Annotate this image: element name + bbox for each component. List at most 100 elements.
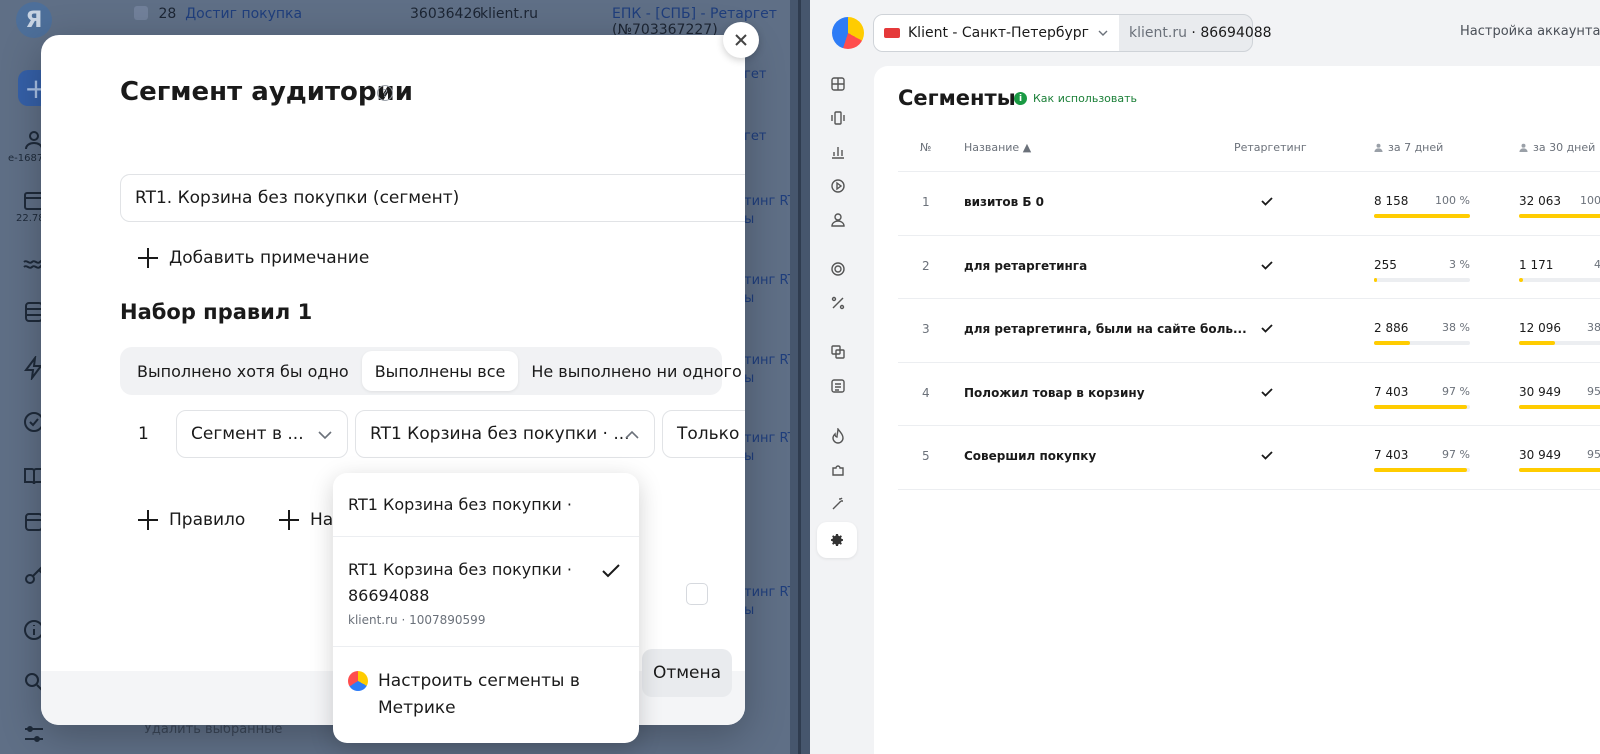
condition-select[interactable]: Сегмент в ... [176,410,348,458]
dropdown-option-2-selected[interactable]: RT1 Корзина без покупки · 86694088 klien… [333,537,639,647]
segment-name[interactable]: для ретаргетинга [964,259,1087,273]
segment-name-input[interactable] [120,174,745,222]
account-settings-link[interactable]: Настройка аккаунта [1460,24,1600,39]
help-icon[interactable]: ? [377,85,393,101]
percent-7days: 100 % [1435,194,1470,207]
scope-select-value: Только в [677,424,745,444]
percent-7days: 97 % [1442,448,1470,461]
split-view-divider[interactable] [790,0,810,754]
bar-7days-fill [1374,277,1377,282]
direct-logo-icon[interactable]: Я [16,2,52,38]
segments-icon[interactable] [826,340,850,364]
column-header-name[interactable]: Название ▲ [964,141,1031,154]
add-rule-button[interactable]: Правило [137,509,245,531]
play-icon[interactable] [826,174,850,198]
segment-name[interactable]: для ретаргетинга, были на сайте боль... [964,322,1247,336]
percent-30days: 4 % [1594,257,1600,271]
puzzle-icon[interactable] [826,458,850,482]
settings-gear-icon[interactable] [817,522,857,558]
plus-icon [137,247,159,269]
rule-number: 1 [138,424,149,444]
side-link-1[interactable]: гет [744,66,766,84]
visitors-30days: 12 096 [1519,321,1561,335]
table-row[interactable]: 1 визитов Б 0 8 158 100 % 32 063 100 % [898,171,1600,234]
table-row[interactable]: 4 Положил товар в корзину 7 403 97 % 30 949 9… [898,361,1600,425]
side-link-2[interactable]: гет [744,128,766,146]
retargeting-check-icon [1261,451,1273,460]
bar-7days [1374,277,1470,282]
counter-selector[interactable]: Klient - Санкт-Петербург klient.ru · 866… [873,14,1272,52]
counter-info: klient.ru · 86694088 [1119,25,1282,41]
metrica-logo-icon[interactable] [832,17,864,49]
bar-30days [1519,341,1600,345]
segment-name[interactable]: Совершил покупку [964,449,1096,463]
add-note-button[interactable]: Добавить примечание [137,247,369,269]
counter-name: Klient - Санкт-Петербург [908,25,1090,41]
row-checkbox[interactable] [134,6,148,20]
dashboard-icon[interactable] [826,72,850,96]
add-note-label: Добавить примечание [169,248,370,268]
side-link-7[interactable]: тинг RT [744,584,790,602]
vibrate-icon[interactable] [826,106,850,130]
side-link-6[interactable]: тинг RT [744,430,790,448]
table-row[interactable]: 2 для ретаргетинга 255 3 % 1 171 4 % [898,234,1600,298]
scope-select[interactable]: Только в [662,410,745,458]
segment-name[interactable]: Положил товар в корзину [964,386,1145,400]
counter-name-dropdown[interactable]: Klient - Санкт-Петербург [874,15,1120,51]
segment-select[interactable]: RT1 Корзина без покупки · ... [355,410,655,458]
configure-segments-in-metrica[interactable]: Настроить сегменты в Метрике [333,647,639,743]
chevron-down-icon [318,431,332,440]
counter-badge-icon [884,28,900,38]
dropdown-option-2-meta: klient.ru · 1007890599 [348,613,486,627]
how-to-use-link[interactable]: i Как использовать [1014,92,1137,105]
list-icon[interactable] [826,374,850,398]
table-row[interactable]: 5 Совершил покупку 7 403 97 % 30 949 95 % [898,425,1600,488]
bar-7days [1374,468,1470,472]
match-any-option[interactable]: Выполнено хотя бы одно [124,351,362,391]
visitors-30days: 32 063 [1519,194,1561,208]
column-header-7days[interactable]: за 7 дней [1374,141,1443,154]
chevron-down-icon [1098,30,1108,36]
match-none-option[interactable]: Не выполнено ни одного [518,351,745,391]
percent-30days: 95 % [1587,384,1600,398]
side-link-3[interactable]: тинг RT [744,193,790,211]
side-link-7b: ы [744,603,755,618]
bar-30days [1519,404,1600,409]
person-icon[interactable] [826,208,850,232]
dropdown-option-2-label: RT1 Корзина без покупки · 86694088 [348,560,572,605]
table-row[interactable]: 3 для ретаргетинга, были на сайте боль...… [898,298,1600,361]
condition-select-value: Сегмент в ... [191,424,304,444]
bar-30days [1519,214,1600,218]
counter-id: 86694088 [1200,25,1272,41]
configure-segments-label: Настроить сегменты в Метрике [378,671,580,718]
target-icon[interactable] [826,257,850,281]
magic-wand-icon[interactable] [826,492,850,516]
segments-page-title: Сегменты [898,86,1016,110]
rail-account-text: e-1687 [8,153,44,164]
side-link-5[interactable]: тинг RT [744,352,790,370]
bar-7days-fill [1374,404,1468,409]
cancel-button[interactable]: Отмена [642,649,732,697]
bar-7days-fill [1374,341,1411,345]
row-number: 3 [922,322,930,336]
percent-icon[interactable] [826,291,850,315]
metrica-logo-icon [348,671,368,691]
dropdown-option-1[interactable]: RT1 Корзина без покупки · [333,473,639,537]
bar-chart-icon[interactable] [826,140,850,164]
side-link-4[interactable]: тинг RT [744,272,790,290]
option-checkbox[interactable] [686,583,708,605]
how-to-use-label: Как использовать [1033,92,1138,105]
percent-30days: 95 % [1587,448,1600,461]
fire-icon[interactable] [826,424,850,448]
side-link-5b: ы [744,371,755,386]
counter-separator: · [1191,25,1196,41]
segment-name[interactable]: визитов Б 0 [964,195,1044,209]
plus-icon [137,509,159,531]
column-header-30days[interactable]: за 30 дней [1519,141,1595,154]
close-modal-button[interactable] [723,22,759,58]
bar-30days [1519,468,1600,472]
row-count: 28 [158,6,177,22]
match-all-option[interactable]: Выполнены все [361,351,519,391]
side-link-3b: ы [744,212,755,227]
goal-link[interactable]: Достиг покупка [185,6,302,22]
